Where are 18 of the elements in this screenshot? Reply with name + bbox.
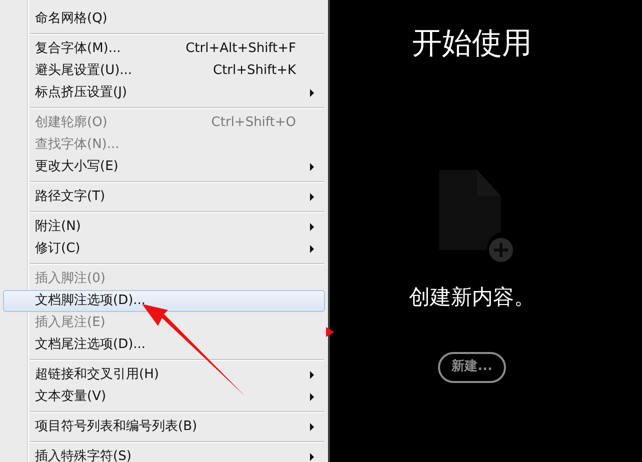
menu-item[interactable]: 修订(C) <box>3 238 325 260</box>
menu-item[interactable]: 文档脚注选项(D)... <box>3 290 325 312</box>
create-message: 创建新内容。 <box>409 284 535 311</box>
menu-item[interactable]: 避头尾设置(U)... Ctrl+Shift+K <box>3 60 325 82</box>
menu-item[interactable]: 插入特殊字符(S) <box>3 446 325 462</box>
menu-item[interactable]: 超链接和交叉引用(H) <box>3 364 325 386</box>
pointer-icon <box>326 327 334 337</box>
panel-title: 开始使用 <box>412 25 532 63</box>
menu-item[interactable]: 命名网格(Q) <box>3 8 325 30</box>
menu-item[interactable]: 项目符号列表和编号列表(B) <box>3 416 325 438</box>
menu-item[interactable]: 更改大小写(E) <box>3 156 325 178</box>
new-button[interactable]: 新建... <box>438 352 506 382</box>
menu-item[interactable]: 文档尾注选项(D)... <box>3 334 325 356</box>
menu-item[interactable]: 路径文字(T) <box>3 186 325 208</box>
menu-item[interactable]: 标点挤压设置(J) <box>3 82 325 104</box>
menu-item[interactable]: 附注(N) <box>3 216 325 238</box>
menu-item[interactable]: 文本变量(V) <box>3 386 325 408</box>
menu-item[interactable]: 复合字体(M)... Ctrl+Alt+Shift+F <box>3 38 325 60</box>
